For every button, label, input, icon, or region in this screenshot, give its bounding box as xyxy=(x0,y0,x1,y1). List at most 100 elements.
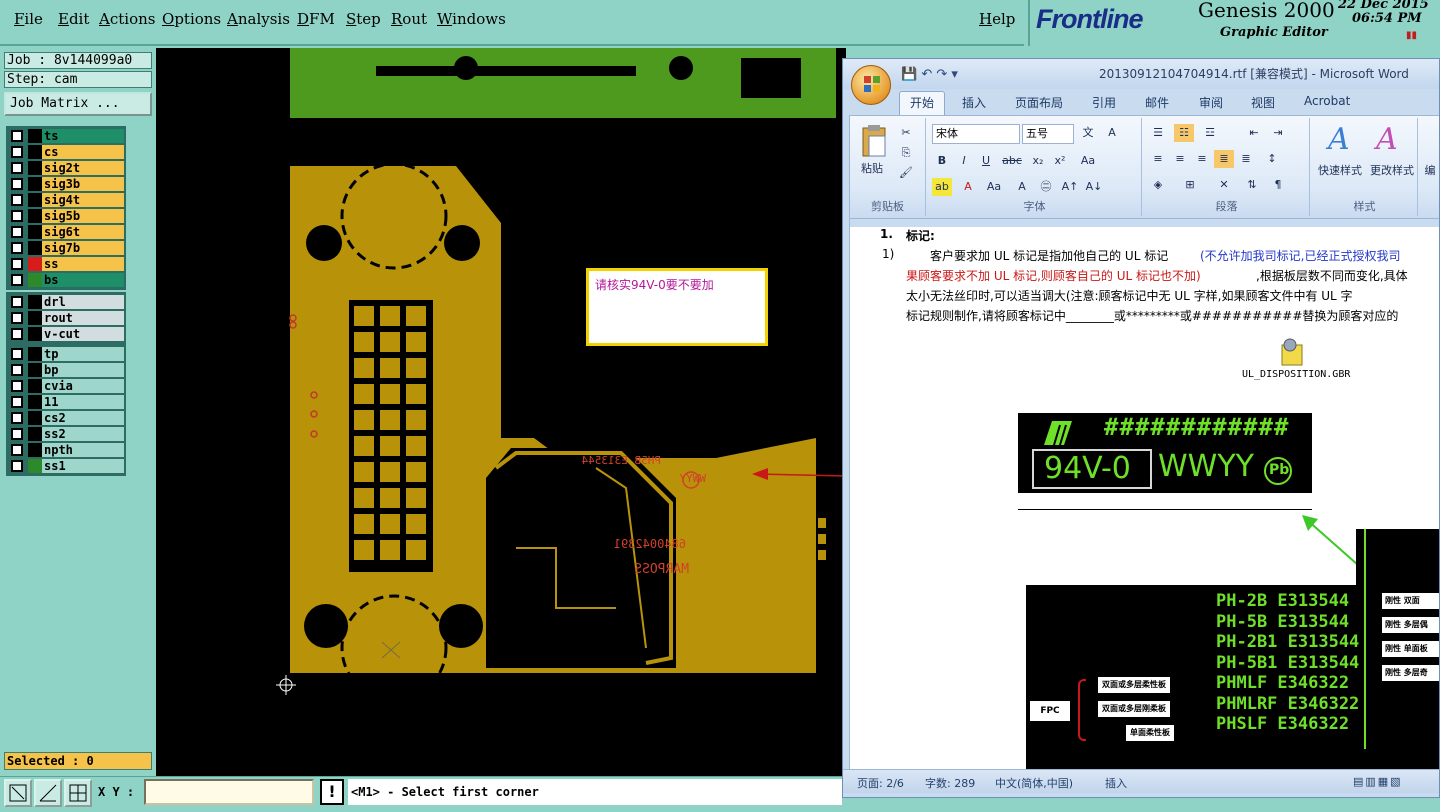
format-painter-icon[interactable]: 🖌 xyxy=(896,164,916,182)
grow-font-icon[interactable]: A↑ xyxy=(1060,178,1080,196)
sort-icon[interactable]: ⇅ xyxy=(1242,176,1262,194)
layer-name[interactable]: 11 xyxy=(42,395,124,409)
layer-color-swatch[interactable] xyxy=(28,443,42,457)
menu-rout[interactable]: Rout xyxy=(391,10,427,28)
layer-name[interactable]: cs xyxy=(42,145,124,159)
quick-styles-icon[interactable]: A xyxy=(1328,122,1350,157)
layer-row-drl[interactable]: drl xyxy=(8,294,124,310)
layer-name[interactable]: bs xyxy=(42,273,124,287)
menu-windows[interactable]: Windows xyxy=(437,10,506,28)
menu-dfm[interactable]: DFM xyxy=(297,10,335,28)
layer-row-bs[interactable]: bs xyxy=(8,272,124,288)
layer-row-11[interactable]: 11 xyxy=(8,394,124,410)
menu-options[interactable]: Options xyxy=(162,10,221,28)
layer-row-ss[interactable]: ss xyxy=(8,256,124,272)
font-size-combo[interactable]: 五号 xyxy=(1022,124,1074,144)
layer-color-swatch[interactable] xyxy=(28,257,42,271)
layer-checkbox[interactable] xyxy=(11,226,23,238)
view-buttons-icon[interactable]: ▤▥▦▧ xyxy=(1353,775,1403,788)
layer-color-swatch[interactable] xyxy=(28,427,42,441)
superscript-icon[interactable]: x² xyxy=(1050,152,1070,170)
layer-row-sig5b[interactable]: sig5b xyxy=(8,208,124,224)
line-spacing-icon[interactable]: ↕ xyxy=(1262,150,1282,168)
menu-actions[interactable]: Actions xyxy=(99,10,155,28)
layer-color-swatch[interactable] xyxy=(28,129,42,143)
tab-mailings[interactable]: 邮件 xyxy=(1145,94,1169,111)
layer-row-sig6t[interactable]: sig6t xyxy=(8,224,124,240)
cut-icon[interactable]: ✂ xyxy=(896,124,916,142)
menu-help[interactable]: Help xyxy=(979,10,1015,28)
layer-name[interactable]: ts xyxy=(42,129,124,143)
layer-color-swatch[interactable] xyxy=(28,193,42,207)
layer-name[interactable]: ss xyxy=(42,257,124,271)
warning-button[interactable]: ! xyxy=(320,779,344,805)
layer-name[interactable]: drl xyxy=(42,295,124,309)
layer-checkbox[interactable] xyxy=(11,396,23,408)
graphic-canvas[interactable]: PH5B E313544 WWYY 6840042391 MARPOSS 请核实… xyxy=(156,48,846,776)
layer-checkbox[interactable] xyxy=(11,194,23,206)
layer-checkbox[interactable] xyxy=(11,460,23,472)
multilevel-list-icon[interactable]: ☲ xyxy=(1200,124,1220,142)
layer-checkbox[interactable] xyxy=(11,242,23,254)
align-left-icon[interactable]: ≡ xyxy=(1148,150,1168,168)
layer-row-sig2t[interactable]: sig2t xyxy=(8,160,124,176)
document-page[interactable]: 1. 标记: 1) 客户要求加 UL 标记是指加他自己的 UL 标记 (不允许加… xyxy=(849,219,1439,769)
layer-name[interactable]: ss2 xyxy=(42,427,124,441)
layer-color-swatch[interactable] xyxy=(28,347,42,361)
strikethrough-icon[interactable]: abc xyxy=(1002,152,1022,170)
layer-color-swatch[interactable] xyxy=(28,145,42,159)
underline-icon[interactable]: U xyxy=(976,152,996,170)
layer-name[interactable]: tp xyxy=(42,347,124,361)
attachment-icon[interactable] xyxy=(1276,337,1306,367)
layer-name[interactable]: ss1 xyxy=(42,459,124,473)
layer-checkbox[interactable] xyxy=(11,348,23,360)
align-center-icon[interactable]: ≡ xyxy=(1170,150,1190,168)
tab-insert[interactable]: 插入 xyxy=(962,94,986,111)
italic-icon[interactable]: I xyxy=(954,152,974,170)
layer-checkbox[interactable] xyxy=(11,162,23,174)
zoom-fit-button[interactable] xyxy=(4,779,32,807)
menu-step[interactable]: Step xyxy=(346,10,381,28)
layer-checkbox[interactable] xyxy=(11,380,23,392)
layer-checkbox[interactable] xyxy=(11,210,23,222)
layer-name[interactable]: sig7b xyxy=(42,241,124,255)
enclose-char-icon[interactable]: ㊁ xyxy=(1036,178,1056,196)
layer-checkbox[interactable] xyxy=(11,258,23,270)
layer-color-swatch[interactable] xyxy=(28,411,42,425)
layer-color-swatch[interactable] xyxy=(28,295,42,309)
clear-format-icon[interactable]: Aa xyxy=(1078,152,1098,170)
status-language[interactable]: 中文(简体,中国) xyxy=(995,775,1073,791)
layer-checkbox[interactable] xyxy=(11,296,23,308)
change-case-icon[interactable]: Aa xyxy=(984,178,1004,196)
decrease-indent-icon[interactable]: ⇤ xyxy=(1244,124,1264,142)
change-styles-icon[interactable]: A xyxy=(1376,122,1398,157)
layer-name[interactable]: cs2 xyxy=(42,411,124,425)
layer-row-ss1[interactable]: ss1 xyxy=(8,458,124,474)
tab-home[interactable]: 开始 xyxy=(899,91,946,117)
tab-view[interactable]: 视图 xyxy=(1251,94,1275,111)
layer-checkbox[interactable] xyxy=(11,178,23,190)
layer-name[interactable]: bp xyxy=(42,363,124,377)
layer-checkbox[interactable] xyxy=(11,146,23,158)
layer-name[interactable]: sig6t xyxy=(42,225,124,239)
layer-color-swatch[interactable] xyxy=(28,363,42,377)
layer-row-sig3b[interactable]: sig3b xyxy=(8,176,124,192)
layer-row-tp[interactable]: tp xyxy=(8,346,124,362)
bullets-icon[interactable]: ☰ xyxy=(1148,124,1168,142)
grid-button[interactable] xyxy=(64,779,92,807)
quick-styles-button[interactable]: 快速样式 xyxy=(1314,162,1366,180)
layer-row-cs2[interactable]: cs2 xyxy=(8,410,124,426)
quick-access-toolbar[interactable]: 💾 ↶ ↷ ▾ xyxy=(901,67,958,82)
layer-checkbox[interactable] xyxy=(11,274,23,286)
tab-review[interactable]: 审阅 xyxy=(1199,94,1223,111)
layer-color-swatch[interactable] xyxy=(28,273,42,287)
tab-references[interactable]: 引用 xyxy=(1092,94,1116,111)
numbering-icon[interactable]: ☷ xyxy=(1174,124,1194,142)
tab-acrobat[interactable]: Acrobat xyxy=(1304,94,1350,108)
editing-button[interactable]: 编 xyxy=(1420,162,1439,180)
layer-checkbox[interactable] xyxy=(11,444,23,456)
layer-name[interactable]: cvia xyxy=(42,379,124,393)
layer-checkbox[interactable] xyxy=(11,312,23,324)
layer-checkbox[interactable] xyxy=(11,412,23,424)
menu-file[interactable]: File xyxy=(14,10,43,28)
